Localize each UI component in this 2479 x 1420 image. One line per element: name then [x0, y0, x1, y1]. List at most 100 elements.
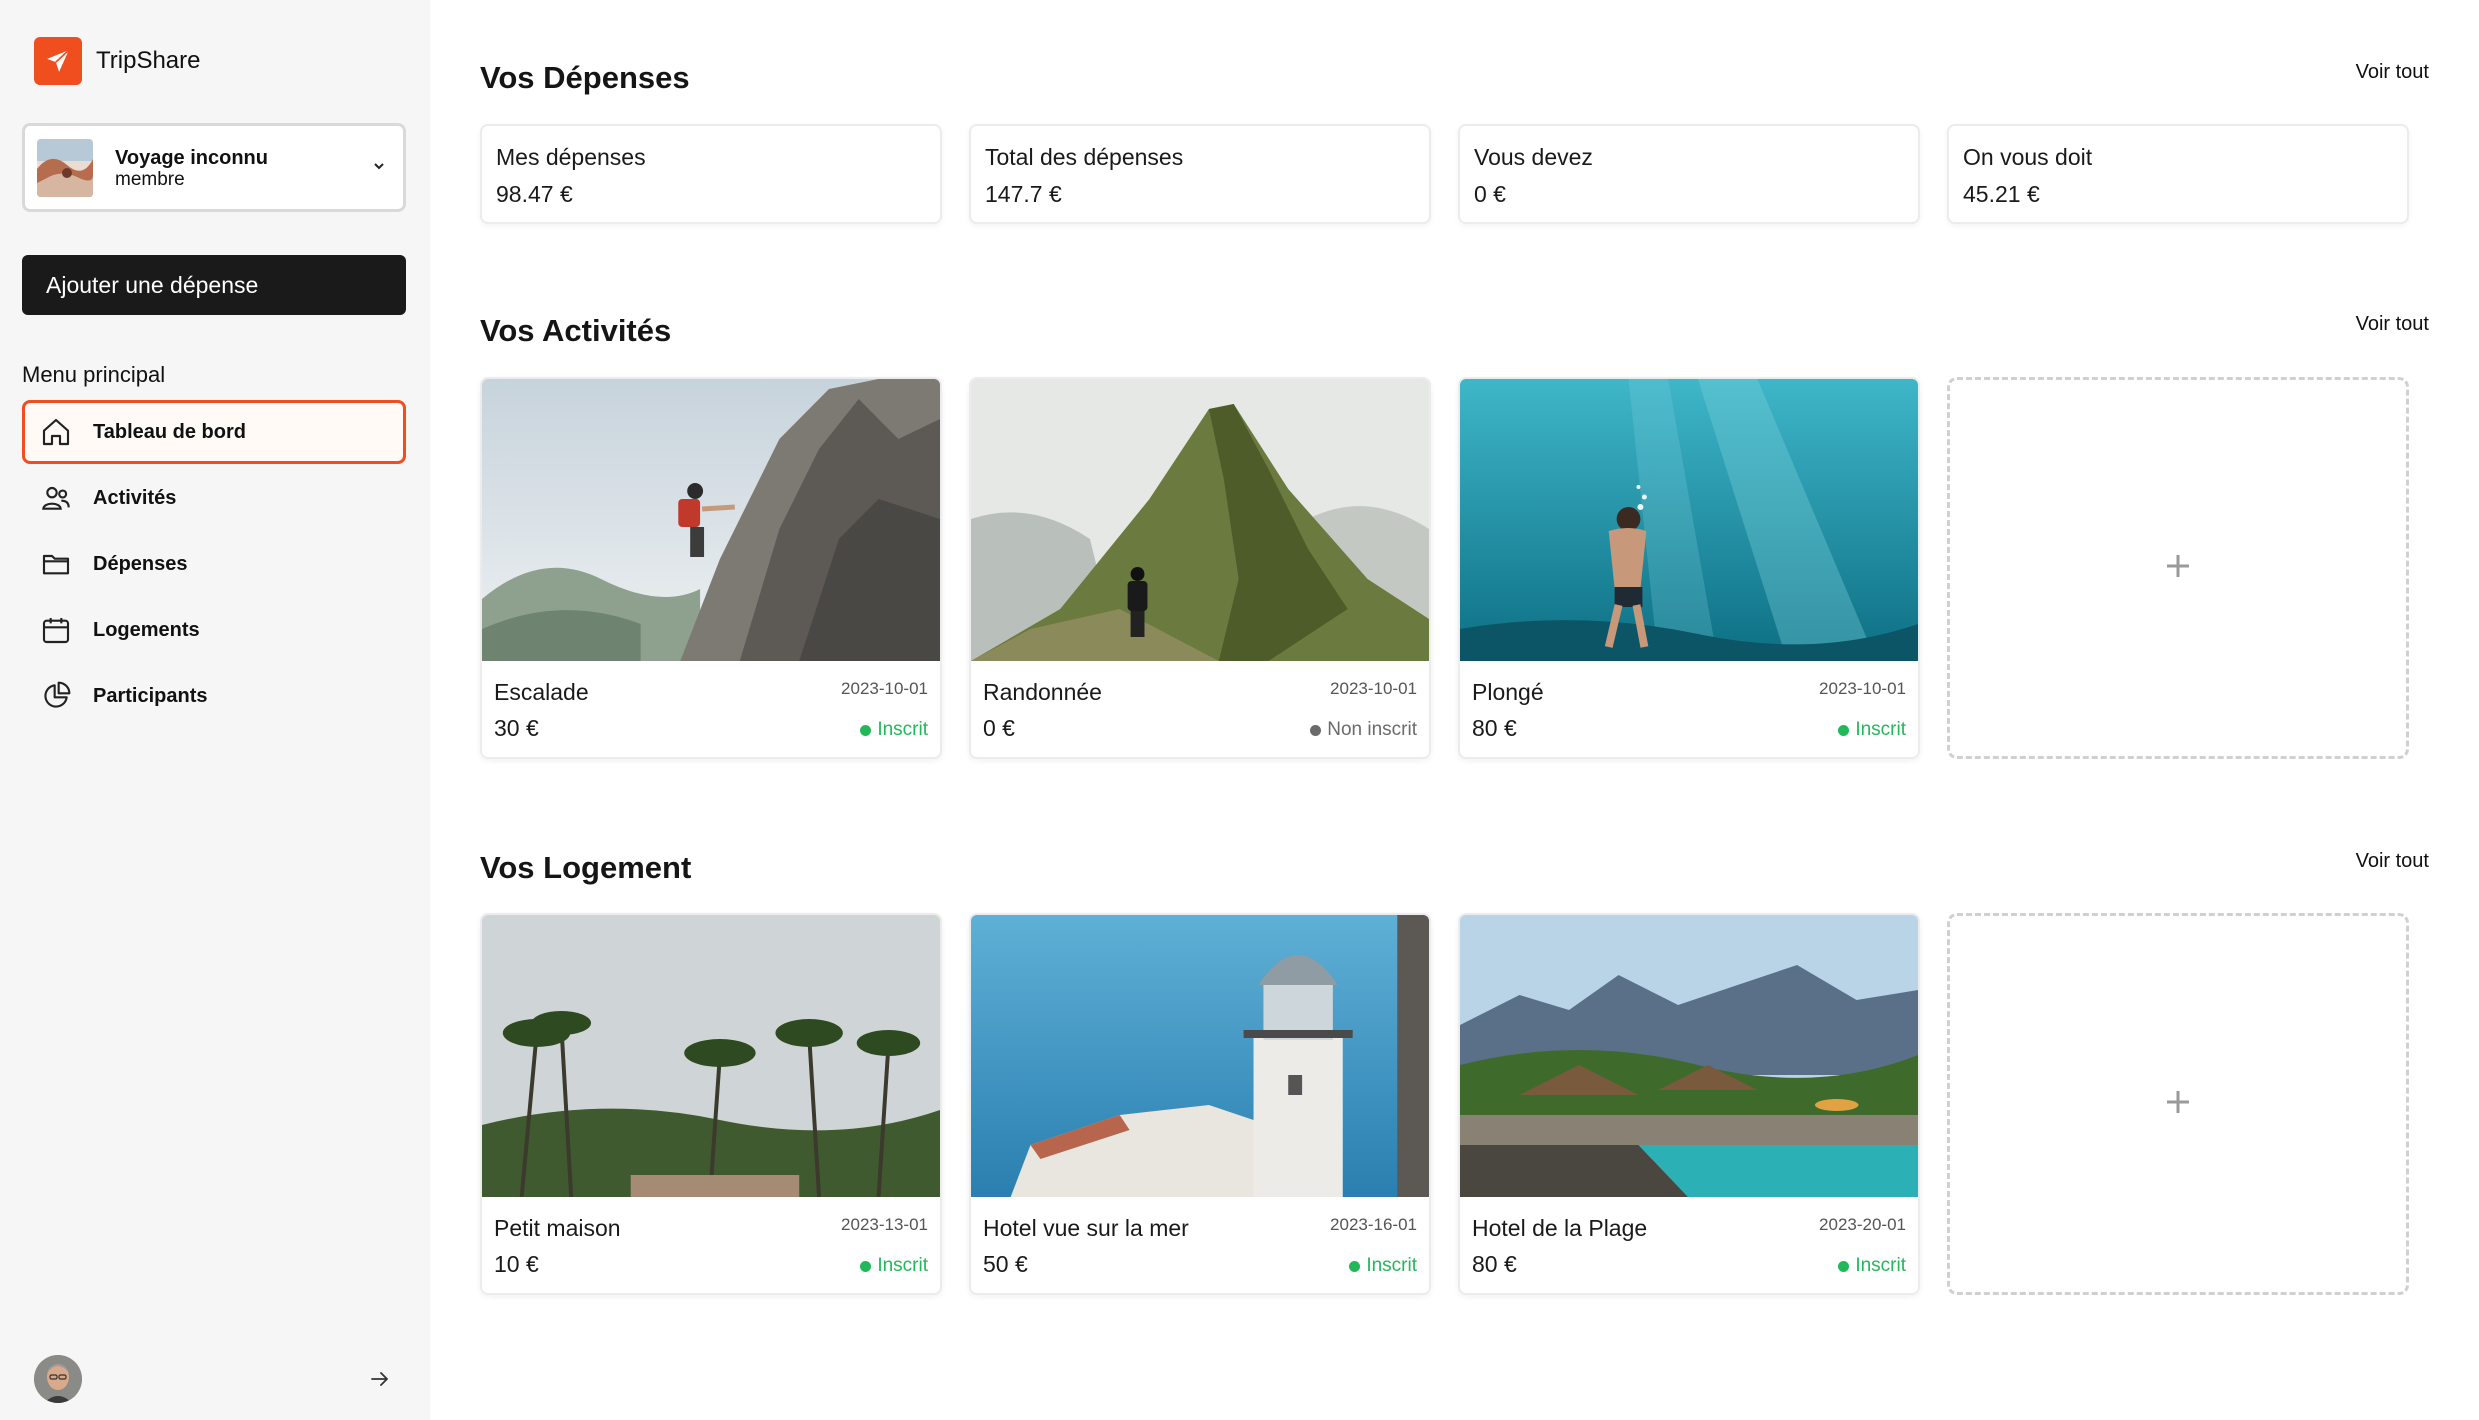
activity-name: Randonnée [983, 679, 1102, 705]
lodging-date: 2023-13-01 [841, 1215, 928, 1234]
stat-card-my-expenses: Mes dépenses 98.47 € [480, 124, 942, 224]
sidebar-item-lodgings[interactable]: Logements [22, 598, 406, 662]
lodging-name: Petit maison [494, 1215, 621, 1241]
activity-price: 0 € [983, 715, 1015, 741]
activity-price: 80 € [1472, 715, 1517, 741]
activity-date: 2023-10-01 [1819, 679, 1906, 698]
sidebar: TripShare Voyage inconnu membre Ajouter … [0, 0, 430, 1420]
sidebar-item-dashboard[interactable]: Tableau de bord [22, 400, 406, 464]
main-menu: Tableau de bord Activités Dépenses Logem… [22, 400, 406, 730]
activity-price: 30 € [494, 715, 539, 741]
lodging-name: Hotel vue sur la mer [983, 1215, 1189, 1241]
status-dot [1349, 1260, 1361, 1272]
lodging-image-lighthouse [971, 915, 1429, 1197]
paper-plane-icon [34, 37, 82, 85]
activity-card[interactable]: Plongé 2023-10-01 80 € Inscrit [1458, 377, 1920, 759]
lodging-card[interactable]: Hotel vue sur la mer 2023-16-01 50 € Ins… [969, 913, 1431, 1295]
stat-value: 45.21 € [1963, 181, 2040, 207]
status-badge: Inscrit [1838, 1255, 1906, 1277]
status-text: Inscrit [877, 719, 928, 740]
sidebar-item-label: Activités [93, 486, 177, 509]
users-icon [39, 481, 73, 515]
stat-label: Total des dépenses [985, 144, 1184, 170]
stat-card-owed-to-you: On vous doit 45.21 € [1947, 124, 2409, 224]
add-expense-button[interactable]: Ajouter une dépense [22, 255, 406, 315]
trip-selector[interactable]: Voyage inconnu membre [22, 123, 406, 212]
lodging-date: 2023-20-01 [1819, 1215, 1906, 1234]
activity-image-climbing [482, 379, 940, 661]
trip-role: membre [115, 168, 185, 190]
main-content: Vos Dépenses Voir tout Mes dépenses 98.4… [430, 0, 2479, 1420]
lodging-price: 10 € [494, 1251, 539, 1277]
activities-see-all-link[interactable]: Voir tout [2356, 313, 2429, 336]
status-text: Non inscrit [1327, 719, 1417, 740]
stat-value: 98.47 € [496, 181, 573, 207]
brand[interactable]: TripShare [34, 37, 200, 85]
status-dot [1838, 1260, 1850, 1272]
menu-title: Menu principal [22, 362, 166, 387]
sidebar-item-participants[interactable]: Participants [22, 664, 406, 728]
activity-image-diving [1460, 379, 1918, 661]
sidebar-item-label: Tableau de bord [93, 420, 246, 443]
lodging-image-house [482, 915, 940, 1197]
brand-name: TripShare [96, 47, 201, 74]
lodging-price: 80 € [1472, 1251, 1517, 1277]
sidebar-item-label: Logements [93, 618, 200, 641]
lodging-price: 50 € [983, 1251, 1028, 1277]
logout-arrow-icon[interactable] [368, 1367, 392, 1396]
stat-value: 0 € [1474, 181, 1506, 207]
activities-section-title: Vos Activités [480, 313, 672, 348]
lodgings-see-all-link[interactable]: Voir tout [2356, 850, 2429, 873]
sidebar-item-label: Dépenses [93, 552, 188, 575]
trip-thumbnail [37, 138, 93, 197]
status-text: Inscrit [1855, 1255, 1906, 1276]
activity-card[interactable]: Escalade 2023-10-01 30 € Inscrit [480, 377, 942, 759]
chevron-down-icon [371, 158, 387, 179]
lodgings-section-title: Vos Logement [480, 850, 692, 885]
activity-image-hiking [971, 379, 1429, 661]
plus-icon [2164, 1088, 2192, 1121]
sidebar-item-expenses[interactable]: Dépenses [22, 532, 406, 596]
status-text: Inscrit [877, 1255, 928, 1276]
stat-card-total-expenses: Total des dépenses 147.7 € [969, 124, 1431, 224]
expenses-see-all-link[interactable]: Voir tout [2356, 61, 2429, 84]
sidebar-item-activities[interactable]: Activités [22, 466, 406, 530]
status-dot [1838, 724, 1850, 736]
add-lodging-card[interactable] [1947, 913, 2409, 1295]
status-badge: Inscrit [860, 1255, 928, 1277]
stat-label: On vous doit [1963, 144, 2093, 170]
status-text: Inscrit [1366, 1255, 1417, 1276]
avatar[interactable] [34, 1355, 82, 1403]
folder-icon [39, 547, 73, 581]
add-activity-card[interactable] [1947, 377, 2409, 759]
plus-icon [2164, 552, 2192, 585]
status-dot [860, 1260, 872, 1272]
lodging-card[interactable]: Hotel de la Plage 2023-20-01 80 € Inscri… [1458, 913, 1920, 1295]
status-badge: Inscrit [860, 719, 928, 741]
status-badge: Non inscrit [1310, 719, 1417, 741]
activity-name: Plongé [1472, 679, 1544, 705]
expenses-section-title: Vos Dépenses [480, 60, 690, 95]
home-icon [39, 415, 73, 449]
calendar-icon [39, 613, 73, 647]
stat-label: Vous devez [1474, 144, 1593, 170]
trip-name: Voyage inconnu [115, 146, 268, 169]
lodging-name: Hotel de la Plage [1472, 1215, 1648, 1241]
lodging-date: 2023-16-01 [1330, 1215, 1417, 1234]
activity-card[interactable]: Randonnée 2023-10-01 0 € Non inscrit [969, 377, 1431, 759]
activity-date: 2023-10-01 [1330, 679, 1417, 698]
stat-label: Mes dépenses [496, 144, 646, 170]
status-text: Inscrit [1855, 719, 1906, 740]
status-badge: Inscrit [1838, 719, 1906, 741]
status-dot [860, 724, 872, 736]
status-badge: Inscrit [1349, 1255, 1417, 1277]
sidebar-item-label: Participants [93, 684, 208, 707]
expense-stats: Mes dépenses 98.47 € Total des dépenses … [480, 124, 2409, 224]
pie-chart-icon [39, 679, 73, 713]
stat-card-you-owe: Vous devez 0 € [1458, 124, 1920, 224]
activities-row: Escalade 2023-10-01 30 € Inscrit Randonn… [480, 377, 2409, 759]
status-dot [1310, 724, 1322, 736]
activity-name: Escalade [494, 679, 589, 705]
lodging-card[interactable]: Petit maison 2023-13-01 10 € Inscrit [480, 913, 942, 1295]
stat-value: 147.7 € [985, 181, 1062, 207]
